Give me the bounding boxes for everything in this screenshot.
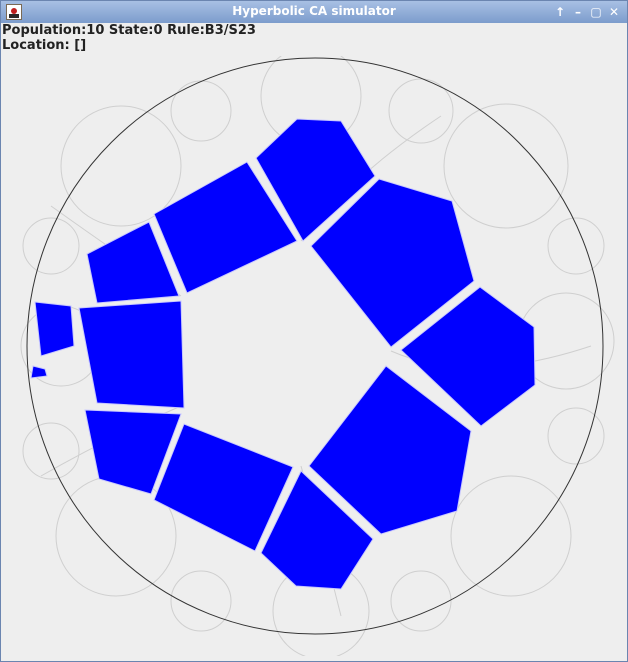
raise-button[interactable]: ↑ <box>552 4 568 20</box>
status-location: Location: [] <box>2 38 87 53</box>
arrow-up-icon: ↑ <box>554 5 566 19</box>
cell <box>34 301 75 357</box>
hyperbolic-disk-canvas[interactable] <box>1 56 627 656</box>
title-bar[interactable]: Hyperbolic CA simulator ↑ – ▢ ✕ <box>1 1 627 23</box>
minimize-icon: – <box>575 5 581 19</box>
live-cells <box>30 118 536 590</box>
app-window: Hyperbolic CA simulator ↑ – ▢ ✕ Populati… <box>0 0 628 662</box>
maximize-icon: ▢ <box>590 5 602 19</box>
status-population: Population:10 State:0 Rule:B3/S23 <box>2 23 256 38</box>
window-title: Hyperbolic CA simulator <box>232 4 396 18</box>
minimize-button[interactable]: – <box>570 4 586 20</box>
close-icon: ✕ <box>608 5 620 19</box>
cell <box>78 300 185 409</box>
close-button[interactable]: ✕ <box>606 4 622 20</box>
cell <box>30 365 48 379</box>
maximize-button[interactable]: ▢ <box>588 4 604 20</box>
